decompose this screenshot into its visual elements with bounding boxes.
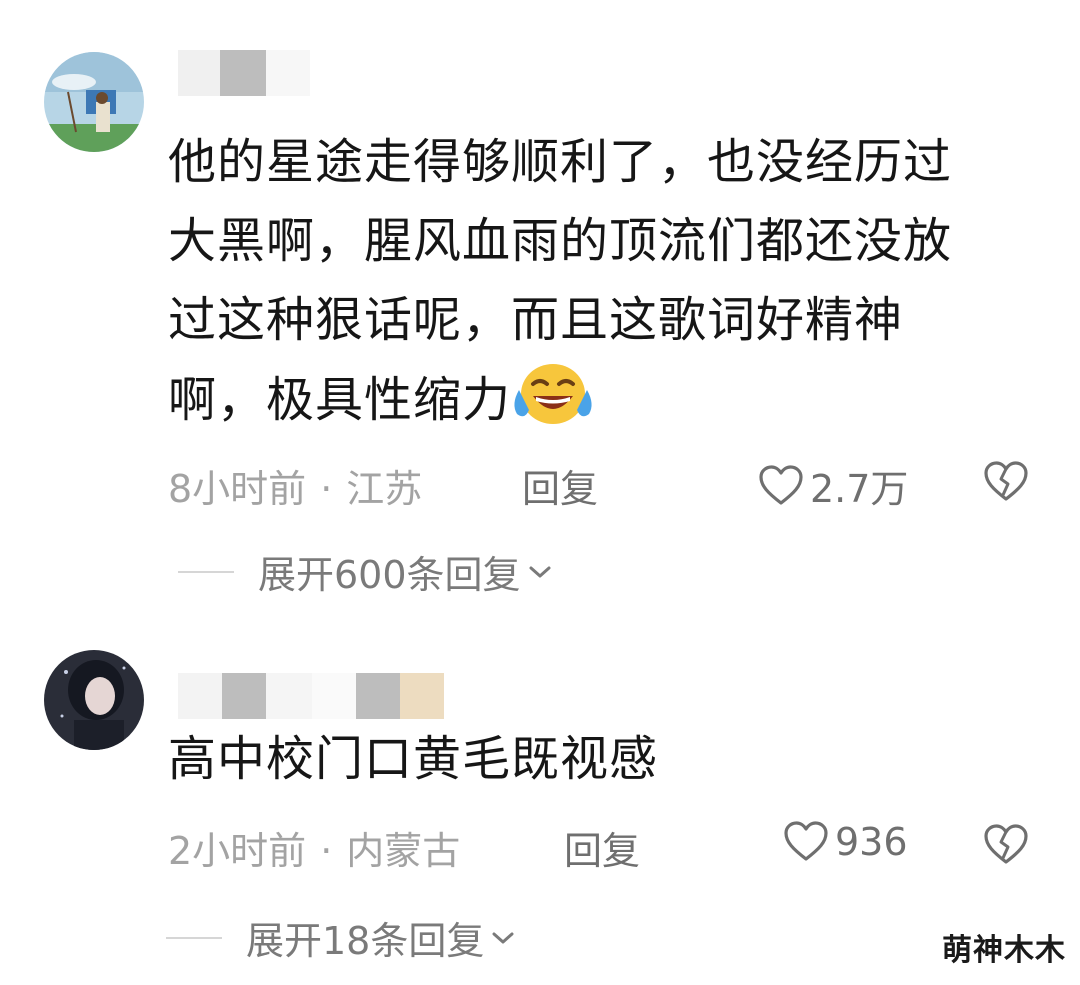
expand-replies-button[interactable]: 展开18条回复 [166, 910, 516, 965]
meta-separator: · [320, 467, 333, 511]
heart-icon [784, 821, 828, 861]
dislike-button[interactable] [983, 461, 1029, 507]
comment-line: 高中校门口黄毛既视感 [168, 731, 659, 787]
comment-line: 过这种狠话呢，而且这歌词好精神 [168, 292, 904, 348]
watermark: 萌神木木 [942, 933, 1066, 968]
broken-heart-icon [984, 824, 1028, 864]
dislike-button[interactable] [983, 824, 1029, 870]
comment-item: 他的星途走得够顺利了，也没经历过 大黑啊，腥风血雨的顶流们都还没放 过这种狠话呢… [0, 0, 1080, 600]
comment-line: 大黑啊，腥风血雨的顶流们都还没放 [168, 213, 953, 269]
expand-divider [178, 570, 234, 573]
expand-replies-button[interactable]: 展开600条回复 [178, 544, 553, 599]
comment-meta: 2小时前 · 内蒙古 [168, 820, 460, 875]
comment-item: 高中校门口黄毛既视感 2小时前 · 内蒙古 回复 936 展开18条回复 [0, 640, 1080, 985]
comment-text: 高中校门口黄毛既视感 [168, 720, 1038, 799]
chevron-down-icon [492, 932, 514, 943]
avatar[interactable] [44, 650, 144, 750]
username-redacted[interactable] [178, 50, 310, 96]
laughing-tears-icon [511, 360, 595, 428]
location: 内蒙古 [346, 829, 461, 873]
expand-label: 展开18条回复 [246, 919, 485, 963]
like-count: 936 [835, 820, 908, 864]
avatar[interactable] [44, 52, 144, 152]
username-redacted[interactable] [178, 673, 444, 719]
timestamp: 2小时前 [168, 829, 307, 873]
reply-button[interactable]: 回复 [564, 820, 640, 875]
like-count: 2.7万 [810, 467, 909, 511]
expand-label: 展开600条回复 [258, 553, 521, 597]
comment-line: 啊，极具性缩力 [168, 360, 1038, 440]
meta-separator: · [320, 829, 333, 873]
comment-meta: 8小时前 · 江苏 [168, 458, 422, 513]
like-button[interactable]: 936 [783, 820, 908, 864]
chevron-down-icon [529, 566, 551, 577]
timestamp: 8小时前 [168, 467, 307, 511]
comment-line: 他的星途走得够顺利了，也没经历过 [168, 134, 953, 190]
heart-icon [759, 464, 803, 505]
broken-heart-icon [984, 461, 1028, 501]
comment-text: 他的星途走得够顺利了，也没经历过 大黑啊，腥风血雨的顶流们都还没放 过这种狠话呢… [168, 123, 1038, 440]
expand-divider [166, 936, 222, 939]
like-button[interactable]: 2.7万 [758, 458, 908, 513]
reply-button[interactable]: 回复 [522, 458, 598, 513]
location: 江苏 [346, 467, 423, 511]
